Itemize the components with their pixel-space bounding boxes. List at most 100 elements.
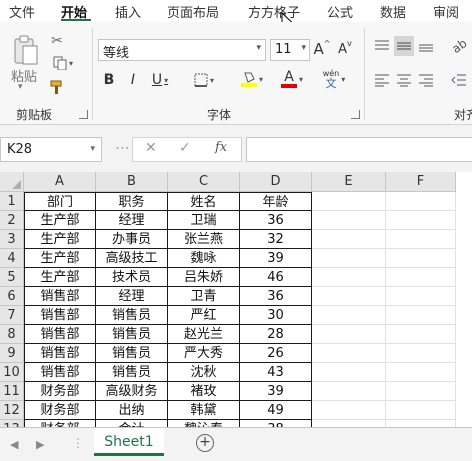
cell[interactable]: 销售员 xyxy=(96,325,168,344)
cell[interactable]: 销售员 xyxy=(96,306,168,325)
cell[interactable]: 卫瑞 xyxy=(168,211,240,230)
cell[interactable] xyxy=(312,306,386,325)
cell[interactable]: 高级财务 xyxy=(96,382,168,401)
cell[interactable]: 43 xyxy=(240,363,312,382)
cell[interactable] xyxy=(312,420,386,427)
cell[interactable]: 高级技工 xyxy=(96,249,168,268)
cell[interactable]: 财务部 xyxy=(24,382,96,401)
cell[interactable] xyxy=(386,344,456,363)
align-center-button[interactable] xyxy=(394,70,414,90)
cell[interactable]: 销售员 xyxy=(96,344,168,363)
tab-file[interactable]: 文件 xyxy=(9,2,35,21)
row-header[interactable]: 10 xyxy=(0,363,24,382)
cell[interactable]: 38 xyxy=(240,420,312,427)
cell[interactable]: 28 xyxy=(240,325,312,344)
cell[interactable]: 技术员 xyxy=(96,268,168,287)
align-left-button[interactable] xyxy=(372,70,392,90)
cell[interactable]: 卫青 xyxy=(168,287,240,306)
increase-font-button[interactable]: A ^ xyxy=(313,39,331,59)
format-painter-button[interactable] xyxy=(48,78,66,96)
cancel-icon[interactable]: ✕ xyxy=(145,140,157,156)
cell[interactable]: 张兰燕 xyxy=(168,230,240,249)
cell[interactable] xyxy=(312,211,386,230)
cell[interactable]: 赵光兰 xyxy=(168,325,240,344)
cell[interactable]: 会计 xyxy=(96,420,168,427)
cut-button[interactable]: ✂ xyxy=(48,32,66,50)
italic-button[interactable]: I xyxy=(124,70,142,90)
cell[interactable] xyxy=(386,192,456,211)
underline-button[interactable]: U ▾ xyxy=(146,70,174,90)
cell[interactable] xyxy=(386,420,456,427)
paste-dropdown-icon[interactable]: ▾ xyxy=(18,82,23,92)
name-box[interactable]: K28 ▾ xyxy=(0,137,102,162)
font-name-select[interactable]: 等线 ▾ xyxy=(98,39,266,61)
column-header-a[interactable]: A xyxy=(24,172,96,192)
add-sheet-button[interactable]: + xyxy=(196,434,214,452)
cell[interactable]: 30 xyxy=(240,306,312,325)
cell[interactable]: 褚玫 xyxy=(168,382,240,401)
borders-button[interactable]: ▾ xyxy=(188,70,220,90)
formula-input[interactable] xyxy=(246,137,472,162)
tab-formulas[interactable]: 公式 xyxy=(327,2,353,21)
row-header[interactable]: 2 xyxy=(0,211,24,230)
align-top-button[interactable] xyxy=(372,36,392,56)
cell[interactable] xyxy=(386,363,456,382)
row-header[interactable]: 11 xyxy=(0,382,24,401)
cell[interactable]: 吕朱娇 xyxy=(168,268,240,287)
cell[interactable]: 39 xyxy=(240,382,312,401)
sheet-tab-sheet1[interactable]: Sheet1 xyxy=(94,428,164,456)
cell[interactable] xyxy=(386,401,456,420)
cell[interactable]: 办事员 xyxy=(96,230,168,249)
cell[interactable] xyxy=(386,249,456,268)
cell[interactable]: 经理 xyxy=(96,287,168,306)
column-header-d[interactable]: D xyxy=(240,172,312,192)
cell[interactable] xyxy=(312,192,386,211)
cell[interactable]: 财务部 xyxy=(24,401,96,420)
bold-button[interactable]: B xyxy=(100,70,118,90)
align-right-button[interactable] xyxy=(416,70,436,90)
cell[interactable]: 32 xyxy=(240,230,312,249)
row-header[interactable]: 13 xyxy=(0,420,24,427)
cell[interactable] xyxy=(312,401,386,420)
cell[interactable] xyxy=(386,230,456,249)
align-middle-button[interactable] xyxy=(394,36,414,56)
cell[interactable]: 46 xyxy=(240,268,312,287)
row-header[interactable]: 6 xyxy=(0,287,24,306)
cell[interactable]: 严红 xyxy=(168,306,240,325)
font-size-select[interactable]: 11 ▾ xyxy=(270,39,310,61)
cell[interactable] xyxy=(386,306,456,325)
enter-icon[interactable]: ✓ xyxy=(179,140,191,156)
cell[interactable] xyxy=(312,344,386,363)
cell[interactable]: 严大秀 xyxy=(168,344,240,363)
tab-insert[interactable]: 插入 xyxy=(115,2,141,21)
cell[interactable]: 职务 xyxy=(96,192,168,211)
fill-color-button[interactable]: ▾ xyxy=(236,68,268,90)
row-header[interactable]: 9 xyxy=(0,344,24,363)
row-header[interactable]: 12 xyxy=(0,401,24,420)
cell[interactable]: 生产部 xyxy=(24,249,96,268)
insert-function-icon[interactable]: fx xyxy=(215,140,227,155)
clipboard-launcher-icon[interactable] xyxy=(79,110,88,119)
cell[interactable] xyxy=(386,382,456,401)
cell[interactable] xyxy=(386,211,456,230)
cell[interactable]: 年龄 xyxy=(240,192,312,211)
cell[interactable]: 经理 xyxy=(96,211,168,230)
cell[interactable]: 生产部 xyxy=(24,268,96,287)
cell[interactable]: 韩黛 xyxy=(168,401,240,420)
tab-data[interactable]: 数据 xyxy=(380,2,406,21)
column-header-b[interactable]: B xyxy=(96,172,168,192)
row-header[interactable]: 3 xyxy=(0,230,24,249)
row-header[interactable]: 1 xyxy=(0,192,24,211)
decrease-indent-button[interactable] xyxy=(446,70,472,90)
align-bottom-button[interactable] xyxy=(416,36,436,56)
cell[interactable] xyxy=(312,363,386,382)
orientation-button[interactable]: ab xyxy=(446,36,472,56)
cell[interactable] xyxy=(386,268,456,287)
cell[interactable]: 生产部 xyxy=(24,230,96,249)
cell[interactable]: 销售部 xyxy=(24,344,96,363)
cell[interactable]: 魏咏 xyxy=(168,249,240,268)
tab-review[interactable]: 审阅 xyxy=(433,2,459,21)
formula-bar-grip-icon[interactable]: ⋮ xyxy=(114,141,130,153)
column-header-f[interactable]: F xyxy=(386,172,456,192)
cell[interactable]: 49 xyxy=(240,401,312,420)
